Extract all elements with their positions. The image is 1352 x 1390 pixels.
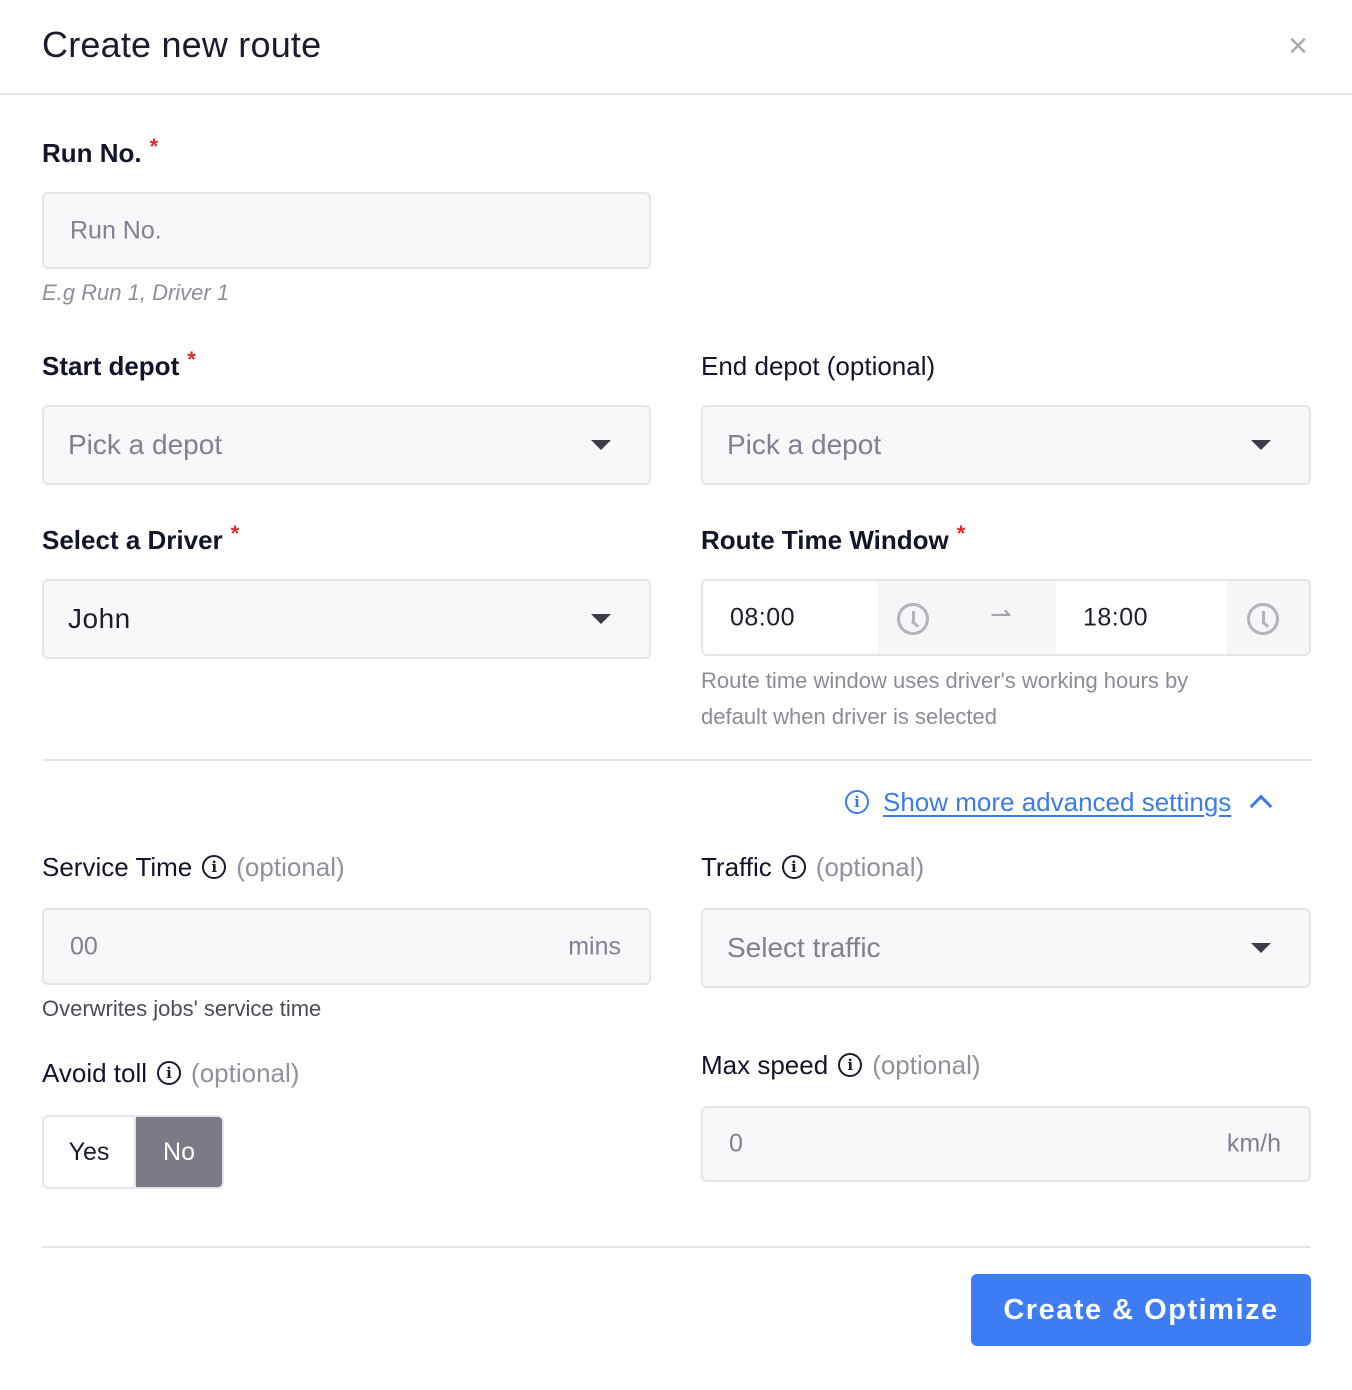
chevron-down-icon bbox=[591, 440, 611, 450]
avoid-toll-label: Avoid toll i (optional) bbox=[42, 1058, 300, 1088]
service-time-placeholder: 00 bbox=[70, 932, 98, 960]
info-icon[interactable]: i bbox=[202, 855, 227, 880]
run-no-input[interactable]: Run No. bbox=[42, 192, 651, 269]
chevron-down-icon bbox=[1251, 943, 1271, 953]
traffic-select[interactable]: Select traffic bbox=[701, 908, 1311, 988]
modal-header: Create new route × bbox=[0, 0, 1352, 95]
create-route-modal: Create new route × Run No. * Run No. E.g … bbox=[0, 0, 1352, 1390]
section-divider bbox=[42, 759, 1311, 761]
route-time-window-picker: 08:00 ⇀ 18:00 bbox=[701, 579, 1311, 656]
end-depot-select[interactable]: Pick a depot bbox=[701, 405, 1311, 485]
required-mark: * bbox=[956, 521, 966, 546]
info-icon: i bbox=[845, 790, 869, 814]
driver-select[interactable]: John bbox=[42, 579, 651, 659]
clock-icon[interactable] bbox=[1247, 603, 1279, 635]
chevron-down-icon bbox=[1251, 440, 1271, 450]
info-icon[interactable]: i bbox=[838, 1053, 863, 1078]
avoid-toll-toggle: Yes No bbox=[42, 1115, 224, 1189]
modal-title: Create new route bbox=[42, 24, 322, 65]
service-time-unit: mins bbox=[568, 932, 621, 960]
avoid-toll-yes-button[interactable]: Yes bbox=[44, 1117, 136, 1187]
run-no-label: Run No. * bbox=[42, 134, 159, 168]
advanced-settings-text: Show more advanced settings bbox=[883, 786, 1232, 817]
show-advanced-settings-link[interactable]: i Show more advanced settings bbox=[845, 784, 1273, 820]
start-depot-select[interactable]: Pick a depot bbox=[42, 405, 651, 485]
route-time-window-hint: Route time window uses driver's working … bbox=[701, 668, 1189, 729]
service-time-input[interactable]: 00 mins bbox=[42, 908, 651, 985]
required-mark: * bbox=[187, 347, 196, 372]
required-mark: * bbox=[230, 521, 240, 546]
end-depot-label: End depot (optional) bbox=[701, 351, 936, 381]
start-depot-label: Start depot * bbox=[42, 347, 196, 381]
start-depot-placeholder: Pick a depot bbox=[68, 429, 223, 460]
run-no-hint: E.g Run 1, Driver 1 bbox=[42, 280, 230, 305]
arrow-right-icon: ⇀ bbox=[990, 599, 1012, 629]
driver-label: Select a Driver * bbox=[42, 521, 240, 555]
end-depot-placeholder: Pick a depot bbox=[727, 429, 882, 460]
close-icon[interactable]: × bbox=[1282, 28, 1314, 64]
route-time-window-label: Route Time Window * bbox=[701, 521, 966, 555]
max-speed-placeholder: 0 bbox=[729, 1129, 743, 1158]
required-mark: * bbox=[149, 134, 159, 159]
service-time-label: Service Time i (optional) bbox=[42, 852, 345, 882]
time-start-input[interactable]: 08:00 bbox=[730, 603, 795, 632]
max-speed-unit: km/h bbox=[1226, 1129, 1281, 1158]
info-icon[interactable]: i bbox=[781, 855, 806, 880]
max-speed-label: Max speed i (optional) bbox=[701, 1050, 981, 1080]
traffic-label: Traffic i (optional) bbox=[701, 852, 925, 882]
chevron-down-icon bbox=[591, 614, 611, 624]
clock-icon[interactable] bbox=[897, 603, 929, 635]
chevron-up-icon bbox=[1249, 794, 1273, 818]
create-optimize-button[interactable]: Create & Optimize bbox=[971, 1274, 1311, 1346]
max-speed-input[interactable]: 0 km/h bbox=[701, 1106, 1311, 1182]
avoid-toll-no-button[interactable]: No bbox=[136, 1117, 222, 1187]
run-no-placeholder: Run No. bbox=[70, 216, 162, 244]
traffic-placeholder: Select traffic bbox=[727, 932, 881, 963]
service-time-hint: Overwrites jobs' service time bbox=[42, 996, 322, 1021]
time-end-input[interactable]: 18:00 bbox=[1083, 603, 1148, 632]
info-icon[interactable]: i bbox=[157, 1061, 182, 1086]
driver-value: John bbox=[68, 603, 131, 634]
footer-divider bbox=[42, 1246, 1311, 1248]
